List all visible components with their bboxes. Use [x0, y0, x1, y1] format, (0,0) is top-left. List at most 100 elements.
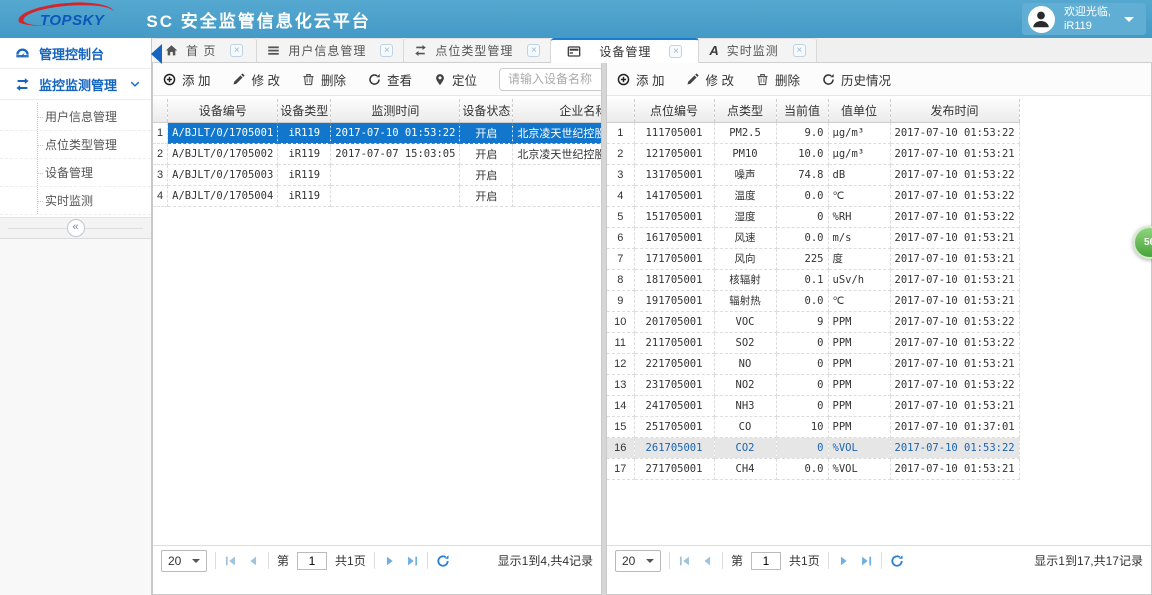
tab-realtime[interactable]: A 实时监测 ×	[699, 38, 817, 62]
tab-label: 用户信息管理	[288, 44, 367, 58]
tab-point-type[interactable]: 点位类型管理 ×	[404, 38, 552, 62]
table-row[interactable]: 16 261705001 CO2 0 %VOL 2017-07-10 01:53…	[607, 437, 1020, 459]
prev-page-button[interactable]	[700, 554, 714, 568]
table-row[interactable]: 1 A/BJLT/0/1705001 iR119 2017-07-10 01:5…	[153, 122, 601, 144]
cell-point-type: 温度	[714, 185, 777, 207]
sidebar-collapse-arrow-icon[interactable]	[151, 44, 162, 64]
record-info: 显示1到17,共17记录	[1034, 554, 1143, 568]
table-row[interactable]: 13 231705001 NO2 0 PPM 2017-07-10 01:53:…	[607, 374, 1020, 396]
home-icon	[165, 45, 178, 56]
cell-current-value: 0	[776, 332, 829, 354]
tab-user-info[interactable]: 用户信息管理 ×	[257, 38, 405, 62]
edit-button[interactable]: 修 改	[232, 70, 280, 89]
tab-label: 设备管理	[599, 45, 652, 59]
col-point-no[interactable]: 点位编号	[634, 99, 715, 123]
col-device-type[interactable]: 设备类型	[277, 99, 332, 123]
first-page-button[interactable]	[678, 554, 692, 568]
table-row[interactable]: 6 161705001 风速 0.0 m/s 2017-07-10 01:53:…	[607, 227, 1020, 249]
cell-point-no: 131705001	[634, 164, 715, 186]
reload-button[interactable]	[436, 554, 450, 568]
next-page-button[interactable]	[383, 554, 397, 568]
row-index: 2	[607, 143, 635, 165]
trash-icon	[303, 73, 314, 85]
row-index: 3	[607, 164, 635, 186]
cell-status: 开启	[459, 164, 514, 186]
last-page-button[interactable]	[405, 554, 419, 568]
sidebar-item-realtime[interactable]: 实时监测	[0, 187, 151, 215]
cell-current-value: 0.1	[776, 269, 829, 291]
history-button[interactable]: 历史情况	[822, 70, 891, 89]
sidebar-item-device[interactable]: 设备管理	[0, 159, 151, 187]
col-monitor-time[interactable]: 监测时间	[330, 99, 461, 123]
cell-value-unit: %VOL	[828, 458, 891, 480]
row-index: 2	[153, 143, 169, 165]
button-label: 删除	[774, 73, 800, 88]
next-page-button[interactable]	[837, 554, 851, 568]
delete-button[interactable]: 删除	[302, 70, 346, 89]
edit-button[interactable]: 修 改	[686, 70, 734, 89]
prev-page-button[interactable]	[246, 554, 260, 568]
col-value-unit[interactable]: 值单位	[828, 99, 891, 123]
col-company[interactable]: 企业名称	[512, 99, 601, 123]
delete-button[interactable]: 删除	[756, 70, 800, 89]
cell-monitor-time	[330, 185, 461, 207]
page-number-input[interactable]	[751, 551, 782, 570]
user-menu[interactable]: 欢迎光临, iR119	[1021, 3, 1146, 35]
table-row[interactable]: 12 221705001 NO 0 PPM 2017-07-10 01:53:2…	[607, 353, 1020, 375]
sidebar-group-monitoring[interactable]: 监控监测管理	[0, 69, 151, 100]
table-row[interactable]: 10 201705001 VOC 9 PPM 2017-07-10 01:53:…	[607, 311, 1020, 333]
row-index: 9	[607, 290, 635, 312]
cell-point-no: 181705001	[634, 269, 715, 291]
table-row[interactable]: 4 A/BJLT/0/1705004 iR119 开启	[153, 185, 601, 207]
col-point-type[interactable]: 点类型	[714, 99, 777, 123]
table-row[interactable]: 2 121705001 PM10 10.0 μg/m³ 2017-07-10 0…	[607, 143, 1020, 165]
table-row[interactable]: 1 111705001 PM2.5 9.0 μg/m³ 2017-07-10 0…	[607, 122, 1020, 144]
sidebar-item-console[interactable]: 管理控制台	[0, 38, 151, 69]
sidebar-item-user-info[interactable]: 用户信息管理	[0, 103, 151, 131]
search-input[interactable]	[499, 67, 601, 91]
locate-button[interactable]: 定位	[434, 70, 477, 89]
table-row[interactable]: 17 271705001 CH4 0.0 %VOL 2017-07-10 01:…	[607, 458, 1020, 480]
table-row[interactable]: 9 191705001 辐射热 0.0 ℃ 2017-07-10 01:53:2…	[607, 290, 1020, 312]
cell-current-value: 74.8	[776, 164, 829, 186]
page-size-select[interactable]: 20	[161, 549, 207, 572]
table-row[interactable]: 8 181705001 核辐射 0.1 uSv/h 2017-07-10 01:…	[607, 269, 1020, 291]
collapse-button[interactable]: «	[66, 219, 85, 237]
view-button[interactable]: 查看	[368, 70, 412, 89]
close-icon[interactable]: ×	[792, 44, 806, 57]
col-publish-time[interactable]: 发布时间	[890, 99, 1020, 123]
cell-point-type: PM10	[714, 143, 777, 165]
table-row[interactable]: 3 A/BJLT/0/1705003 iR119 开启	[153, 164, 601, 186]
table-row[interactable]: 3 131705001 噪声 74.8 dB 2017-07-10 01:53:…	[607, 164, 1020, 186]
table-row[interactable]: 2 A/BJLT/0/1705002 iR119 2017-07-07 15:0…	[153, 143, 601, 165]
add-button[interactable]: 添 加	[163, 70, 210, 89]
point-table: 点位编号 点类型 当前值 值单位 发布时间 1 111705001 PM2.5 …	[607, 99, 1020, 480]
tab-home[interactable]: 首 页 ×	[152, 38, 258, 62]
table-row[interactable]: 14 241705001 NH3 0 PPM 2017-07-10 01:53:…	[607, 395, 1020, 417]
table-row[interactable]: 11 211705001 SO2 0 PPM 2017-07-10 01:53:…	[607, 332, 1020, 354]
table-row[interactable]: 5 151705001 湿度 0 %RH 2017-07-10 01:53:22	[607, 206, 1020, 228]
first-page-button[interactable]	[224, 554, 238, 568]
page-size-select[interactable]: 20	[615, 549, 661, 572]
page-number-input[interactable]	[297, 551, 328, 570]
col-device-no[interactable]: 设备编号	[167, 99, 279, 123]
cell-value-unit: ℃	[828, 185, 891, 207]
reload-button[interactable]	[890, 554, 904, 568]
col-device-status[interactable]: 设备状态	[459, 99, 514, 123]
table-row[interactable]: 7 171705001 风向 225 度 2017-07-10 01:53:21	[607, 248, 1020, 270]
font-a-icon: A	[709, 43, 719, 58]
divider	[426, 552, 428, 569]
sidebar-item-point-type[interactable]: 点位类型管理	[0, 131, 151, 159]
close-icon[interactable]: ×	[230, 44, 244, 57]
close-icon[interactable]: ×	[527, 44, 541, 57]
table-row[interactable]: 4 141705001 温度 0.0 ℃ 2017-07-10 01:53:22	[607, 185, 1020, 207]
close-icon[interactable]: ×	[669, 45, 683, 58]
close-icon[interactable]: ×	[380, 44, 394, 57]
cell-current-value: 9.0	[776, 122, 829, 144]
point-panel: 添 加 修 改 删除 历史情况 点位编号 点类型 当前值 值单位 发布时间 1 …	[606, 63, 1152, 595]
tab-device-management[interactable]: 设备管理 ×	[551, 38, 700, 63]
table-row[interactable]: 15 251705001 CO 10 PPM 2017-07-10 01:37:…	[607, 416, 1020, 438]
add-button[interactable]: 添 加	[617, 70, 664, 89]
col-current-value[interactable]: 当前值	[776, 99, 829, 123]
last-page-button[interactable]	[859, 554, 873, 568]
